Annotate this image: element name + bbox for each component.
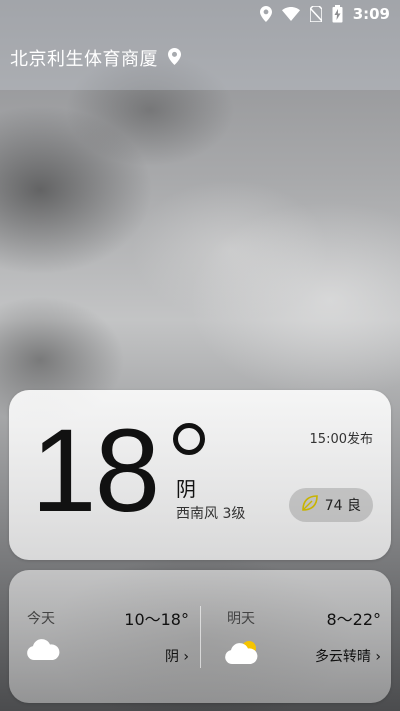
degree-symbol — [173, 423, 205, 455]
forecast-card: 今天 10～18° 阴 › 明天 8～22° 多云转晴 › — [9, 570, 391, 703]
forecast-condition: 阴 › — [164, 649, 189, 665]
publish-time: 15:00发布 — [309, 432, 373, 447]
wifi-icon — [281, 7, 300, 21]
current-condition: 阴 — [176, 477, 196, 501]
status-time: 3:09 — [352, 5, 390, 23]
location-header[interactable]: 北京利生体育商厦 — [10, 45, 181, 71]
battery-charging-icon — [332, 5, 343, 23]
forecast-day-label: 今天 — [27, 611, 55, 627]
weather-screen: 3:09 北京利生体育商厦 18 阴 西南风 3级 15:00发布 74 良 今… — [0, 0, 400, 711]
map-pin-icon[interactable] — [168, 47, 181, 69]
forecast-condition: 多云转晴 › — [314, 649, 381, 665]
forecast-temp-range: 8～22° — [326, 610, 381, 629]
leaf-icon — [301, 494, 319, 516]
aqi-badge[interactable]: 74 良 — [288, 488, 373, 522]
status-bar: 3:09 — [0, 0, 400, 28]
current-weather-card[interactable]: 18 阴 西南风 3级 15:00发布 74 良 — [9, 390, 391, 560]
wind-info: 西南风 3级 — [176, 506, 246, 522]
location-icon — [259, 6, 272, 22]
aqi-text: 74 良 — [324, 498, 361, 514]
forecast-day-label: 明天 — [227, 611, 255, 627]
current-temperature: 18 — [31, 405, 160, 537]
no-sim-icon — [309, 6, 322, 22]
forecast-today[interactable]: 今天 10～18° 阴 › — [9, 570, 199, 703]
forecast-tomorrow[interactable]: 明天 8～22° 多云转晴 › — [201, 570, 391, 703]
cloud-icon — [25, 638, 61, 666]
forecast-temp-range: 10～18° — [124, 610, 189, 629]
location-name[interactable]: 北京利生体育商厦 — [10, 45, 158, 71]
partly-cloudy-icon — [223, 638, 263, 670]
